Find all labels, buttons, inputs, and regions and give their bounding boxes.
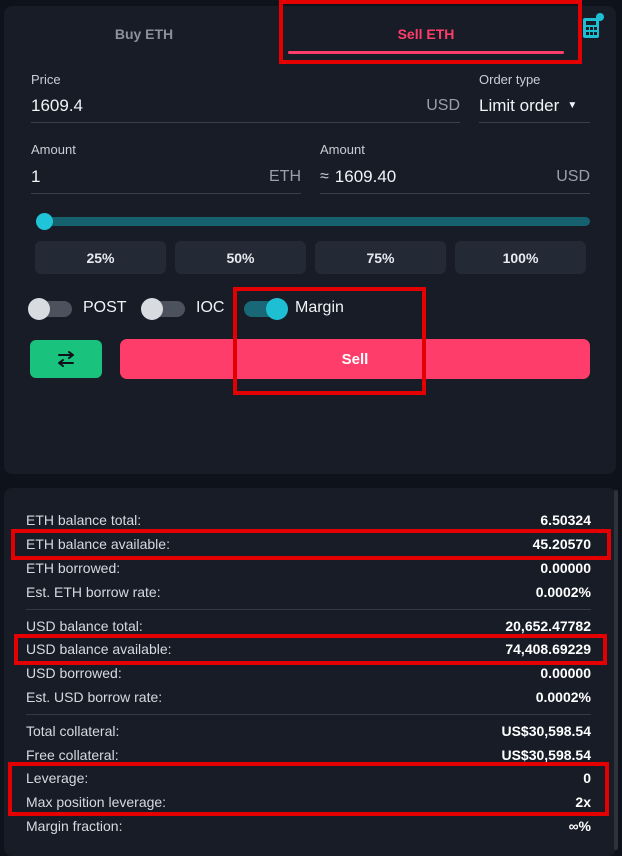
balance-label: USD balance total: (26, 618, 143, 634)
balance-label: Margin fraction: (26, 818, 123, 834)
balance-value: 0.0002% (535, 584, 591, 600)
active-tab-underline (288, 51, 564, 54)
price-unit: USD (426, 96, 460, 114)
balance-row: Margin fraction: ∞% (26, 815, 591, 837)
amount-slider[interactable] (36, 213, 590, 230)
tab-buy-label: Buy ETH (114, 26, 174, 42)
percent-100-button[interactable]: 100% (455, 241, 586, 274)
price-label: Price (31, 72, 61, 87)
balance-value: 6.50324 (540, 512, 591, 528)
order-type-value: Limit order (479, 95, 560, 115)
balance-value: 20,652.47782 (505, 618, 591, 634)
margin-toggle[interactable] (244, 298, 288, 320)
balance-value: US$30,598.54 (501, 723, 591, 739)
order-type-select[interactable]: Limit order ▼ (479, 89, 590, 123)
amount-usd-unit: USD (556, 167, 590, 185)
balance-label: Total collateral: (26, 723, 120, 739)
balance-value: US$30,598.54 (501, 747, 591, 763)
percent-75-button[interactable]: 75% (315, 241, 446, 274)
ioc-toggle[interactable] (141, 298, 185, 320)
chevron-down-icon: ▼ (567, 100, 578, 111)
post-label: POST (83, 299, 127, 316)
balance-row: USD balance total: 20,652.47782 (26, 615, 591, 637)
balance-row: ETH borrowed: 0.00000 (26, 557, 591, 579)
balance-row: Leverage: 0 (26, 767, 591, 789)
post-toggle[interactable] (28, 298, 72, 320)
amount-usd-field: ≈ USD (320, 160, 590, 194)
balance-row: Est. USD borrow rate: 0.0002% (26, 686, 591, 708)
balance-value: 0 (583, 770, 591, 786)
balance-label: USD borrowed: (26, 665, 122, 681)
tab-sell-label: Sell ETH (397, 26, 455, 42)
balance-label: Est. USD borrow rate: (26, 689, 163, 705)
ioc-label: IOC (196, 299, 225, 316)
balance-row: Total collateral: US$30,598.54 (26, 720, 591, 742)
balance-label: Leverage: (26, 770, 89, 786)
toggle-knob (28, 298, 50, 320)
balance-value: 45.20570 (532, 536, 591, 552)
balance-label: Est. ETH borrow rate: (26, 584, 161, 600)
tab-sell-eth[interactable]: Sell ETH (286, 6, 566, 62)
amount-usd-input[interactable] (334, 166, 485, 187)
margin-label: Margin (295, 299, 344, 316)
balance-row: Free collateral: US$30,598.54 (26, 744, 591, 766)
amount-eth-field: ETH (31, 160, 301, 194)
balance-label: Free collateral: (26, 747, 119, 763)
toggle-knob (266, 298, 288, 320)
approx-sign: ≈ (320, 167, 329, 185)
balance-value: 0.0002% (535, 689, 591, 705)
balance-row: ETH balance available: 45.20570 (26, 533, 591, 555)
section-divider (26, 714, 591, 715)
side-tabs: Buy ETH Sell ETH (4, 6, 616, 62)
section-divider (26, 609, 591, 610)
percent-25-button[interactable]: 25% (35, 241, 166, 274)
amount-eth-input[interactable] (31, 166, 211, 187)
balance-row: USD balance available: 74,408.69229 (26, 638, 591, 660)
balance-value: ∞% (568, 818, 591, 834)
price-input[interactable] (31, 95, 231, 116)
balance-value: 0.00000 (540, 560, 591, 576)
order-type-label: Order type (479, 72, 541, 87)
amount-usd-label: Amount (320, 142, 365, 157)
balance-label: ETH balance available: (26, 536, 170, 552)
balance-row: USD borrowed: 0.00000 (26, 662, 591, 684)
percent-50-button[interactable]: 50% (175, 241, 306, 274)
sell-button[interactable]: Sell (120, 339, 590, 379)
slider-thumb[interactable] (36, 213, 53, 230)
balance-label: Max position leverage: (26, 794, 167, 810)
swap-arrows-icon (58, 351, 74, 367)
swap-button[interactable] (30, 340, 102, 378)
balance-value: 2x (575, 794, 591, 810)
toggle-knob (141, 298, 163, 320)
tab-buy-eth[interactable]: Buy ETH (4, 6, 284, 62)
amount-eth-label: Amount (31, 142, 76, 157)
amount-eth-unit: ETH (269, 167, 301, 185)
balance-label: USD balance available: (26, 641, 172, 657)
balance-value: 0.00000 (540, 665, 591, 681)
balance-value: 74,408.69229 (505, 641, 591, 657)
price-field: USD (31, 89, 460, 123)
calculator-icon[interactable] (582, 12, 604, 40)
balance-label: ETH borrowed: (26, 560, 121, 576)
scrollbar[interactable] (614, 490, 618, 850)
balance-row: ETH balance total: 6.50324 (26, 509, 591, 531)
balance-row: Max position leverage: 2x (26, 791, 591, 813)
balance-label: ETH balance total: (26, 512, 142, 528)
balance-row: Est. ETH borrow rate: 0.0002% (26, 581, 591, 603)
